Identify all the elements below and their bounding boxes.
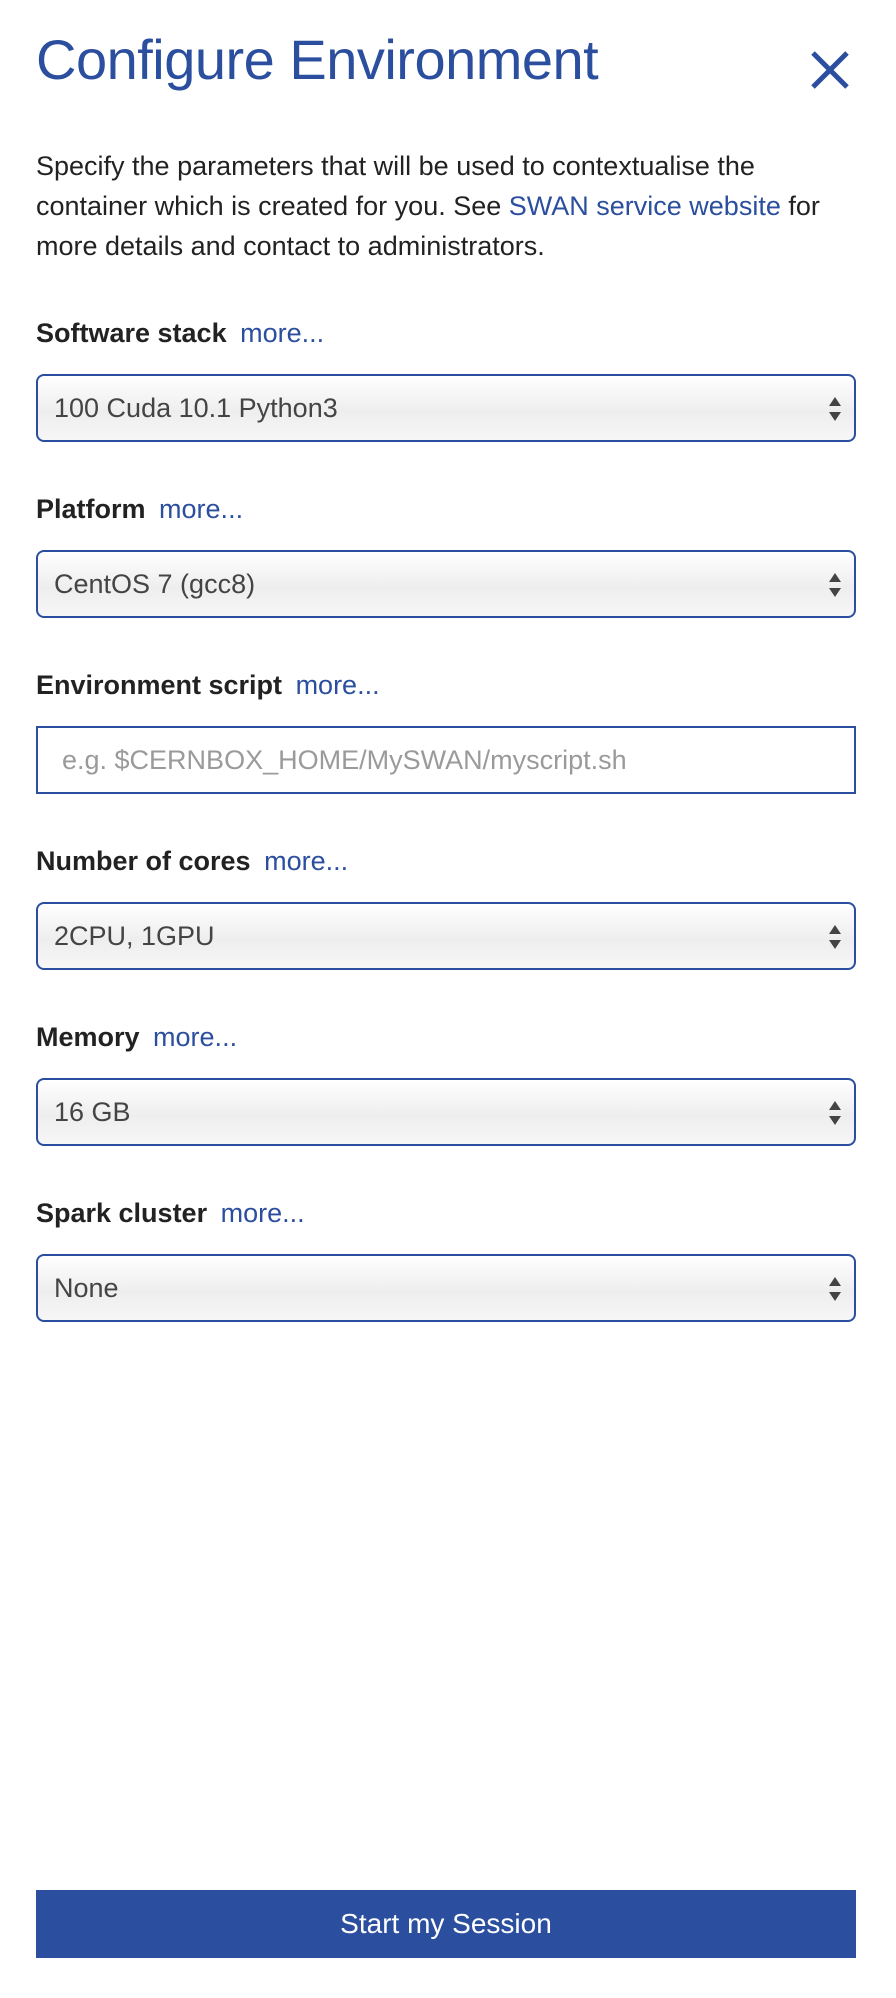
number-of-cores-label-row: Number of cores more... <box>36 844 856 878</box>
spark-cluster-label: Spark cluster <box>36 1198 208 1228</box>
environment-script-more-link[interactable]: more... <box>296 670 380 700</box>
start-session-button[interactable]: Start my Session <box>36 1890 856 1958</box>
software-stack-field: Software stack more... 100 Cuda 10.1 Pyt… <box>36 316 856 442</box>
platform-select[interactable]: CentOS 7 (gcc8) <box>36 550 856 618</box>
swan-service-website-link[interactable]: SWAN service website <box>509 191 781 221</box>
software-stack-value: 100 Cuda 10.1 Python3 <box>54 393 338 423</box>
page-title: Configure Environment <box>36 28 599 91</box>
number-of-cores-value: 2CPU, 1GPU <box>54 921 215 951</box>
platform-more-link[interactable]: more... <box>159 494 243 524</box>
configure-environment-panel: Configure Environment Specify the parame… <box>36 0 856 1998</box>
software-stack-select[interactable]: 100 Cuda 10.1 Python3 <box>36 374 856 442</box>
close-button[interactable] <box>804 44 856 96</box>
number-of-cores-select[interactable]: 2CPU, 1GPU <box>36 902 856 970</box>
select-arrows-icon <box>829 573 841 597</box>
software-stack-more-link[interactable]: more... <box>240 318 324 348</box>
platform-field: Platform more... CentOS 7 (gcc8) <box>36 492 856 618</box>
memory-more-link[interactable]: more... <box>153 1022 237 1052</box>
select-arrows-icon <box>829 1277 841 1301</box>
memory-label-row: Memory more... <box>36 1020 856 1054</box>
memory-field: Memory more... 16 GB <box>36 1020 856 1146</box>
close-icon <box>811 51 849 89</box>
environment-script-field: Environment script more... <box>36 668 856 794</box>
memory-select[interactable]: 16 GB <box>36 1078 856 1146</box>
environment-script-label-row: Environment script more... <box>36 668 856 702</box>
select-arrows-icon <box>829 397 841 421</box>
number-of-cores-more-link[interactable]: more... <box>264 846 348 876</box>
number-of-cores-field: Number of cores more... 2CPU, 1GPU <box>36 844 856 970</box>
spark-cluster-more-link[interactable]: more... <box>221 1198 305 1228</box>
software-stack-label-row: Software stack more... <box>36 316 856 350</box>
memory-value: 16 GB <box>54 1097 131 1127</box>
platform-label-row: Platform more... <box>36 492 856 526</box>
spark-cluster-field: Spark cluster more... None <box>36 1196 856 1322</box>
spark-cluster-label-row: Spark cluster more... <box>36 1196 856 1230</box>
number-of-cores-label: Number of cores <box>36 846 251 876</box>
select-arrows-icon <box>829 1101 841 1125</box>
software-stack-label: Software stack <box>36 318 227 348</box>
spark-cluster-value: None <box>54 1273 119 1303</box>
environment-script-input[interactable] <box>36 726 856 794</box>
memory-label: Memory <box>36 1022 140 1052</box>
platform-value: CentOS 7 (gcc8) <box>54 569 256 599</box>
spark-cluster-select[interactable]: None <box>36 1254 856 1322</box>
select-arrows-icon <box>829 925 841 949</box>
intro-text: Specify the parameters that will be used… <box>36 146 856 266</box>
panel-header: Configure Environment <box>36 0 856 130</box>
environment-script-label: Environment script <box>36 670 283 700</box>
platform-label: Platform <box>36 494 146 524</box>
